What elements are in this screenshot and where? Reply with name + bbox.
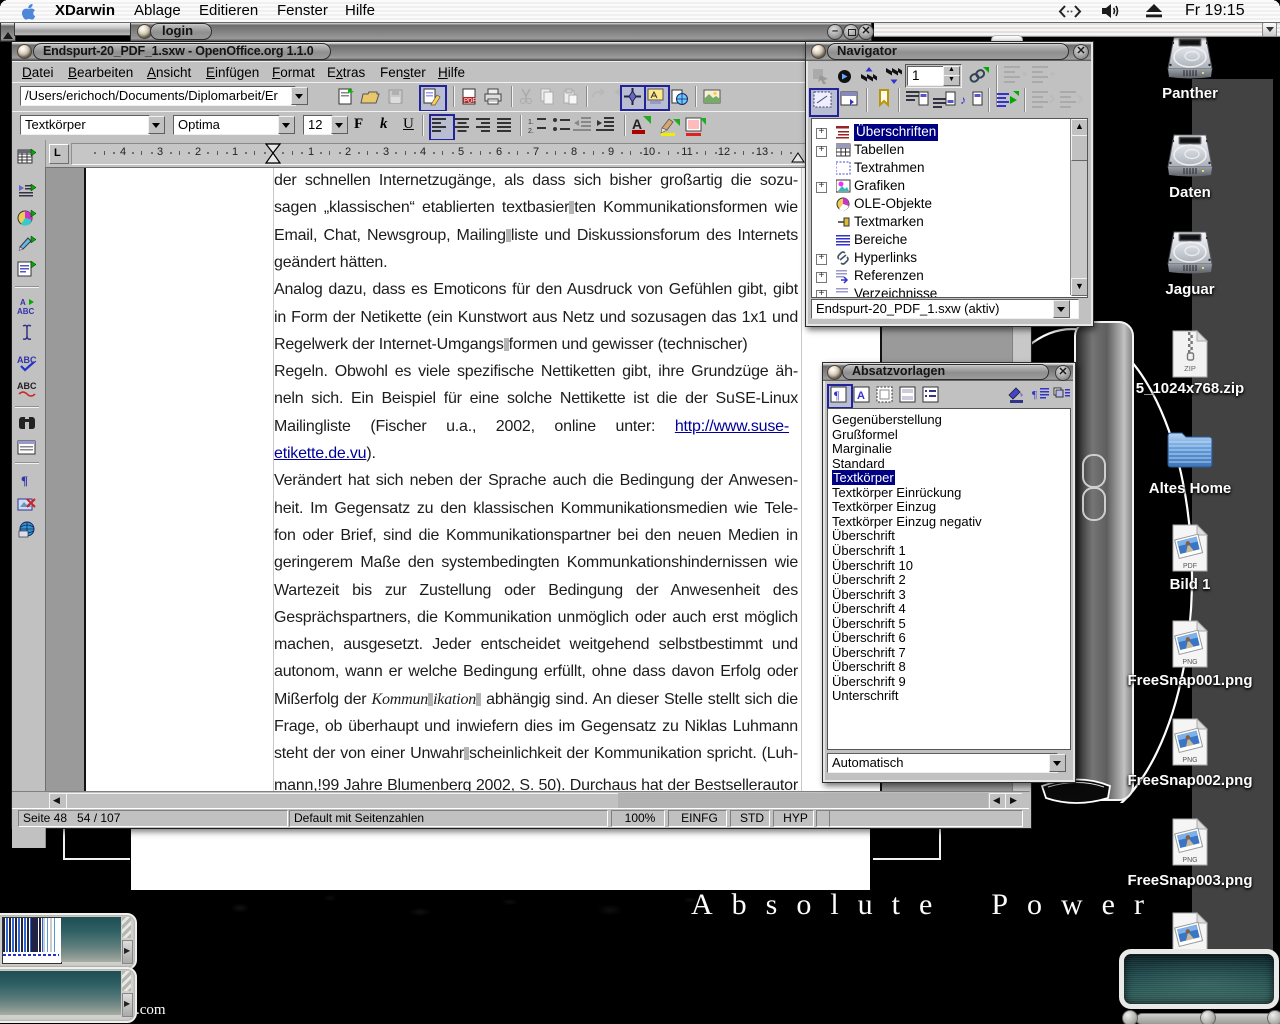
svg-text:PNG: PNG: [1182, 857, 1197, 864]
svg-text:PDF: PDF: [464, 99, 476, 105]
svg-text:PNG: PNG: [1182, 659, 1197, 666]
svg-text:¶: ¶: [21, 473, 28, 488]
svg-text:2.: 2.: [528, 128, 534, 134]
svg-text:A: A: [857, 390, 865, 402]
svg-text:¶: ¶: [834, 388, 840, 402]
svg-text:ABC: ABC: [17, 355, 37, 365]
svg-text:PDF: PDF: [1183, 563, 1197, 570]
svg-text:PNG: PNG: [1182, 757, 1197, 764]
svg-text:♪: ♪: [960, 93, 966, 107]
svg-text:ABC: ABC: [17, 381, 37, 391]
svg-text:ZIP: ZIP: [1184, 364, 1196, 373]
svg-text:A: A: [20, 298, 26, 307]
svg-text:1.: 1.: [528, 119, 534, 126]
svg-text:¶: ¶: [1032, 389, 1037, 401]
svg-text:ABC: ABC: [17, 307, 35, 316]
